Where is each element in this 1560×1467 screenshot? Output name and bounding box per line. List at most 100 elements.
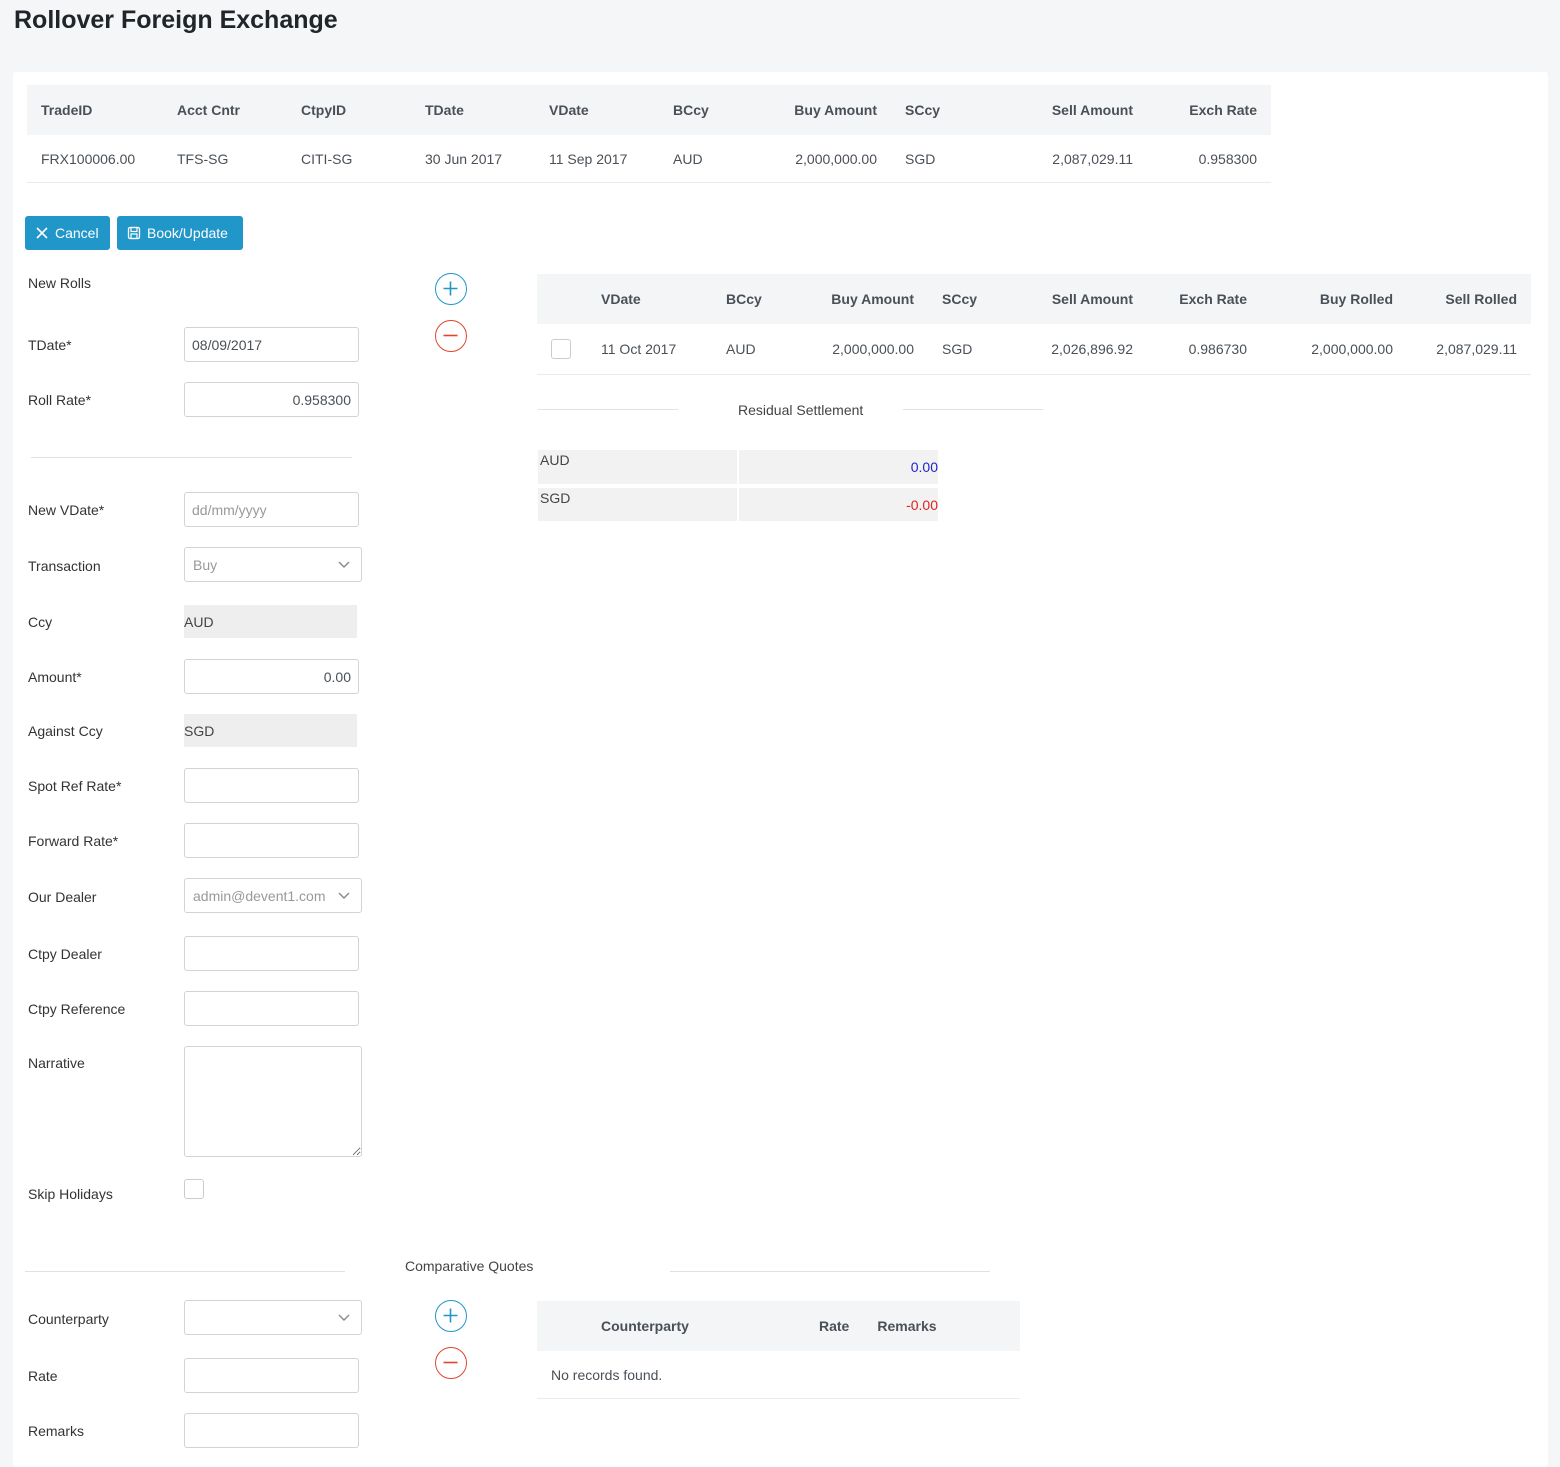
col-vdate: VDate	[535, 85, 659, 135]
col-buy-amount: Buy Amount	[808, 274, 928, 324]
col-remarks: Remarks	[863, 1301, 1020, 1351]
cancel-button[interactable]: Cancel	[25, 216, 110, 250]
spot-ref-rate-input[interactable]	[184, 768, 359, 803]
close-icon	[36, 227, 48, 239]
quotes-table: Counterparty Rate Remarks No records fou…	[537, 1301, 1020, 1399]
quotes-table-header: Counterparty Rate Remarks	[537, 1301, 1020, 1351]
ctpy-dealer-label: Ctpy Dealer	[28, 946, 102, 962]
remarks-input[interactable]	[184, 1413, 359, 1448]
ctpy-dealer-input[interactable]	[184, 936, 359, 971]
col-sccy: SCcy	[928, 274, 1026, 324]
ctpy-reference-input[interactable]	[184, 991, 359, 1026]
cell-ctpyid: CITI-SG	[287, 135, 411, 183]
cell-vdate: 11 Oct 2017	[587, 324, 712, 375]
cell-buy-amount: 2,000,000.00	[808, 324, 928, 375]
col-tradeid: TradeID	[27, 85, 163, 135]
cell-sell-rolled: 2,087,029.11	[1407, 324, 1531, 375]
book-update-button[interactable]: Book/Update	[117, 216, 243, 250]
transaction-select[interactable]: Buy	[184, 547, 362, 582]
rate-label: Rate	[28, 1368, 58, 1384]
skip-holidays-label: Skip Holidays	[28, 1186, 113, 1202]
col-exch-rate: Exch Rate	[1147, 274, 1261, 324]
amount-input[interactable]	[184, 659, 359, 694]
divider	[25, 1271, 345, 1272]
cell-vdate: 11 Sep 2017	[535, 135, 659, 183]
counterparty-label: Counterparty	[28, 1311, 109, 1327]
roll-rate-label: Roll Rate*	[28, 392, 92, 408]
col-sell-amount: Sell Amount	[1019, 85, 1147, 135]
ctpy-reference-label: Ctpy Reference	[28, 1001, 126, 1017]
col-counterparty: Counterparty	[587, 1301, 805, 1351]
amount-label: Amount*	[28, 669, 82, 685]
remove-quote-button[interactable]	[435, 1347, 467, 1379]
cell-sell-amount: 2,026,896.92	[1026, 324, 1147, 375]
transaction-value: Buy	[193, 556, 218, 573]
col-select	[537, 274, 587, 324]
counterparty-select[interactable]	[184, 1300, 362, 1335]
col-sell-rolled: Sell Rolled	[1407, 274, 1531, 324]
our-dealer-value: admin@devent1.com	[193, 887, 326, 904]
divider	[31, 457, 352, 458]
col-bccy: BCcy	[659, 85, 769, 135]
residual-value: 0.00	[739, 450, 938, 484]
rate-input[interactable]	[184, 1358, 359, 1393]
book-update-button-label: Book/Update	[147, 225, 228, 241]
tdate-label: TDate*	[28, 337, 72, 353]
chevron-down-icon	[338, 561, 350, 568]
row-checkbox[interactable]	[551, 339, 571, 359]
narrative-label: Narrative	[28, 1055, 85, 1071]
col-select	[537, 1301, 587, 1351]
col-sell-amount: Sell Amount	[1026, 274, 1147, 324]
chevron-down-icon	[338, 892, 350, 899]
col-buy-rolled: Buy Rolled	[1261, 274, 1407, 324]
ccy-value: AUD	[184, 605, 357, 638]
table-row[interactable]: 11 Oct 2017 AUD 2,000,000.00 SGD 2,026,8…	[537, 324, 1531, 375]
cell-sell-amount: 2,087,029.11	[1019, 135, 1147, 183]
col-sccy: SCcy	[891, 85, 1019, 135]
narrative-textarea[interactable]	[184, 1046, 362, 1157]
roll-rate-input[interactable]	[184, 382, 359, 417]
forward-rate-input[interactable]	[184, 823, 359, 858]
col-ctpyid: CtpyID	[287, 85, 411, 135]
cell-select	[537, 324, 587, 375]
divider	[903, 409, 1043, 410]
new-rolls-label: New Rolls	[28, 275, 92, 291]
cell-bccy: AUD	[659, 135, 769, 183]
tdate-input[interactable]	[184, 327, 359, 362]
cell-exch-rate: 0.986730	[1147, 324, 1261, 375]
new-vdate-input[interactable]	[184, 492, 359, 527]
plus-circle-icon	[443, 1308, 458, 1323]
table-row[interactable]: FRX100006.00 TFS-SG CITI-SG 30 Jun 2017 …	[27, 135, 1271, 183]
against-ccy-value: SGD	[184, 714, 357, 747]
minus-circle-icon	[443, 334, 458, 337]
cancel-button-label: Cancel	[55, 225, 99, 241]
cell-tdate: 30 Jun 2017	[411, 135, 535, 183]
remove-roll-button[interactable]	[435, 320, 467, 352]
chevron-down-icon	[338, 1314, 350, 1321]
col-buy-amount: Buy Amount	[769, 85, 891, 135]
rolls-table: VDate BCcy Buy Amount SCcy Sell Amount E…	[537, 274, 1531, 375]
cell-acct-cntr: TFS-SG	[163, 135, 287, 183]
trade-table-header: TradeID Acct Cntr CtpyID TDate VDate BCc…	[27, 85, 1271, 135]
add-roll-button[interactable]	[435, 273, 467, 305]
residual-settlement-title: Residual Settlement	[738, 402, 864, 418]
spot-ref-rate-label: Spot Ref Rate*	[28, 778, 122, 794]
add-quote-button[interactable]	[435, 1300, 467, 1332]
new-vdate-label: New VDate*	[28, 502, 105, 518]
cell-sccy: SGD	[891, 135, 1019, 183]
residual-table: AUD 0.00 SGD -0.00	[538, 450, 938, 521]
col-tdate: TDate	[411, 85, 535, 135]
comparative-quotes-title: Comparative Quotes	[405, 1258, 534, 1274]
divider	[670, 1271, 990, 1272]
save-icon	[127, 226, 141, 240]
col-exch-rate: Exch Rate	[1147, 85, 1271, 135]
ccy-label: Ccy	[28, 614, 53, 630]
empty-message: No records found.	[537, 1351, 1020, 1399]
our-dealer-select[interactable]: admin@devent1.com	[184, 878, 362, 913]
minus-circle-icon	[443, 1361, 458, 1364]
transaction-label: Transaction	[28, 558, 101, 574]
col-vdate: VDate	[587, 274, 712, 324]
cell-tradeid: FRX100006.00	[27, 135, 163, 183]
skip-holidays-checkbox[interactable]	[184, 1179, 204, 1199]
cell-buy-amount: 2,000,000.00	[769, 135, 891, 183]
